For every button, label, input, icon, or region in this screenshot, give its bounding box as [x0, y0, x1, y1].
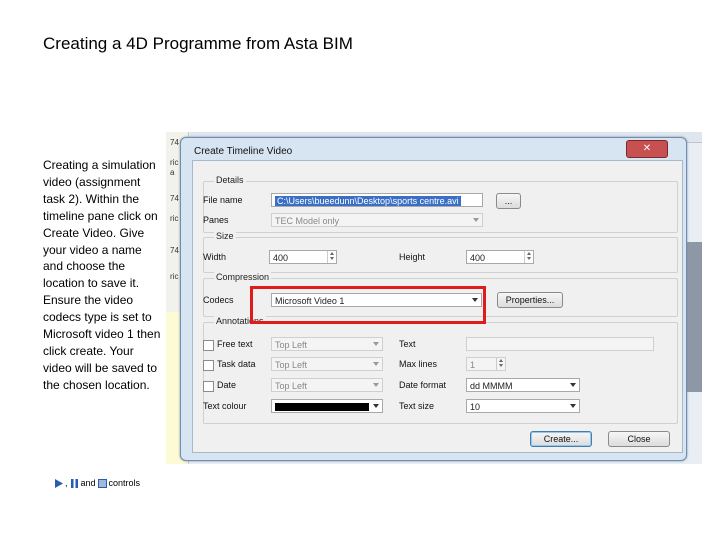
text-size-dropdown[interactable]: 10 [466, 399, 580, 413]
task-data-label: Task data [217, 359, 256, 369]
play-icon [55, 478, 63, 488]
details-group: Details File name C:\Users\bueedunn\Desk… [203, 175, 678, 233]
panes-dropdown[interactable]: TEC Model only [271, 213, 483, 227]
create-button[interactable]: Create... [530, 431, 592, 447]
free-text-checkbox[interactable] [203, 340, 214, 351]
max-lines-stepper[interactable]: 1 [466, 357, 506, 371]
row-label: 74 [170, 138, 179, 147]
size-legend: Size [214, 231, 236, 241]
date-format-dropdown[interactable]: dd MMMM [466, 378, 580, 392]
dialog-title: Create Timeline Video [194, 146, 293, 157]
panes-value: TEC Model only [275, 216, 340, 226]
dialog-close-button[interactable]: ✕ [626, 140, 668, 158]
size-group: Size Width 400 Height 400 [203, 231, 678, 273]
date-format-label: Date format [399, 380, 447, 390]
controls-icon [97, 478, 107, 488]
row-label: ric [170, 272, 179, 281]
chevron-down-icon [473, 218, 479, 222]
date-position-value: Top Left [275, 381, 308, 391]
width-stepper[interactable]: 400 [269, 250, 337, 264]
chevron-down-icon [570, 383, 576, 387]
max-lines-label: Max lines [399, 359, 438, 369]
details-legend: Details [214, 175, 246, 185]
row-label: 74 [170, 194, 179, 203]
chevron-down-icon [570, 404, 576, 408]
chevron-down-icon [373, 342, 379, 346]
compression-legend: Compression [214, 272, 272, 282]
spinner-icon[interactable] [524, 251, 533, 263]
instruction-text: Creating a simulation video (assignment … [43, 158, 161, 392]
task-data-checkbox[interactable] [203, 360, 214, 371]
spinner-icon[interactable] [327, 251, 336, 263]
task-data-position-value: Top Left [275, 360, 308, 370]
row-label: ric [170, 158, 179, 167]
height-value: 400 [470, 253, 486, 263]
row-label: 74 [170, 246, 179, 255]
date-position-dropdown[interactable]: Top Left [271, 378, 383, 392]
text-colour-picker[interactable] [271, 399, 383, 413]
width-label: Width [203, 252, 227, 262]
row-label: ric [170, 214, 179, 223]
codecs-label: Codecs [203, 295, 234, 305]
and-text: and [80, 478, 96, 488]
controls-text: controls [108, 478, 141, 488]
properties-button[interactable]: Properties... [497, 292, 563, 308]
free-text-position-dropdown[interactable]: Top Left [271, 337, 383, 351]
separator: , [65, 478, 68, 488]
file-name-value: C:\Users\bueedunn\Desktop\sports centre.… [275, 196, 461, 206]
spinner-icon[interactable] [496, 358, 505, 370]
panes-label: Panes [203, 215, 229, 225]
text-size-value: 10 [470, 402, 481, 412]
free-text-label: Free text [217, 339, 253, 349]
max-lines-value: 1 [470, 360, 476, 370]
chevron-down-icon [373, 362, 379, 366]
slide-title: Creating a 4D Programme from Asta BIM [43, 34, 353, 53]
text-colour-label: Text colour [203, 401, 247, 411]
task-data-position-dropdown[interactable]: Top Left [271, 357, 383, 371]
file-name-field[interactable]: C:\Users\bueedunn\Desktop\sports centre.… [271, 193, 483, 207]
colour-swatch [275, 403, 369, 411]
free-text-position-value: Top Left [275, 340, 308, 350]
text-label: Text [399, 339, 416, 349]
codecs-highlight-box [250, 286, 486, 324]
browse-button[interactable]: ... [496, 193, 521, 209]
close-button[interactable]: Close [608, 431, 670, 447]
height-stepper[interactable]: 400 [466, 250, 534, 264]
pause-icon [70, 478, 78, 488]
height-label: Height [399, 252, 426, 262]
file-name-label: File name [203, 195, 243, 205]
date-checkbox[interactable] [203, 381, 214, 392]
annotations-group: Annotations Free text Top Left Text Task… [203, 316, 678, 424]
text-field[interactable] [466, 337, 654, 351]
row-label: a [170, 168, 175, 177]
chevron-down-icon [373, 404, 379, 408]
video-controls-legend: , and controls [54, 478, 140, 488]
date-format-value: dd MMMM [470, 381, 513, 391]
width-value: 400 [273, 253, 289, 263]
date-label: Date [217, 380, 237, 390]
text-size-label: Text size [399, 401, 435, 411]
chevron-down-icon [373, 383, 379, 387]
